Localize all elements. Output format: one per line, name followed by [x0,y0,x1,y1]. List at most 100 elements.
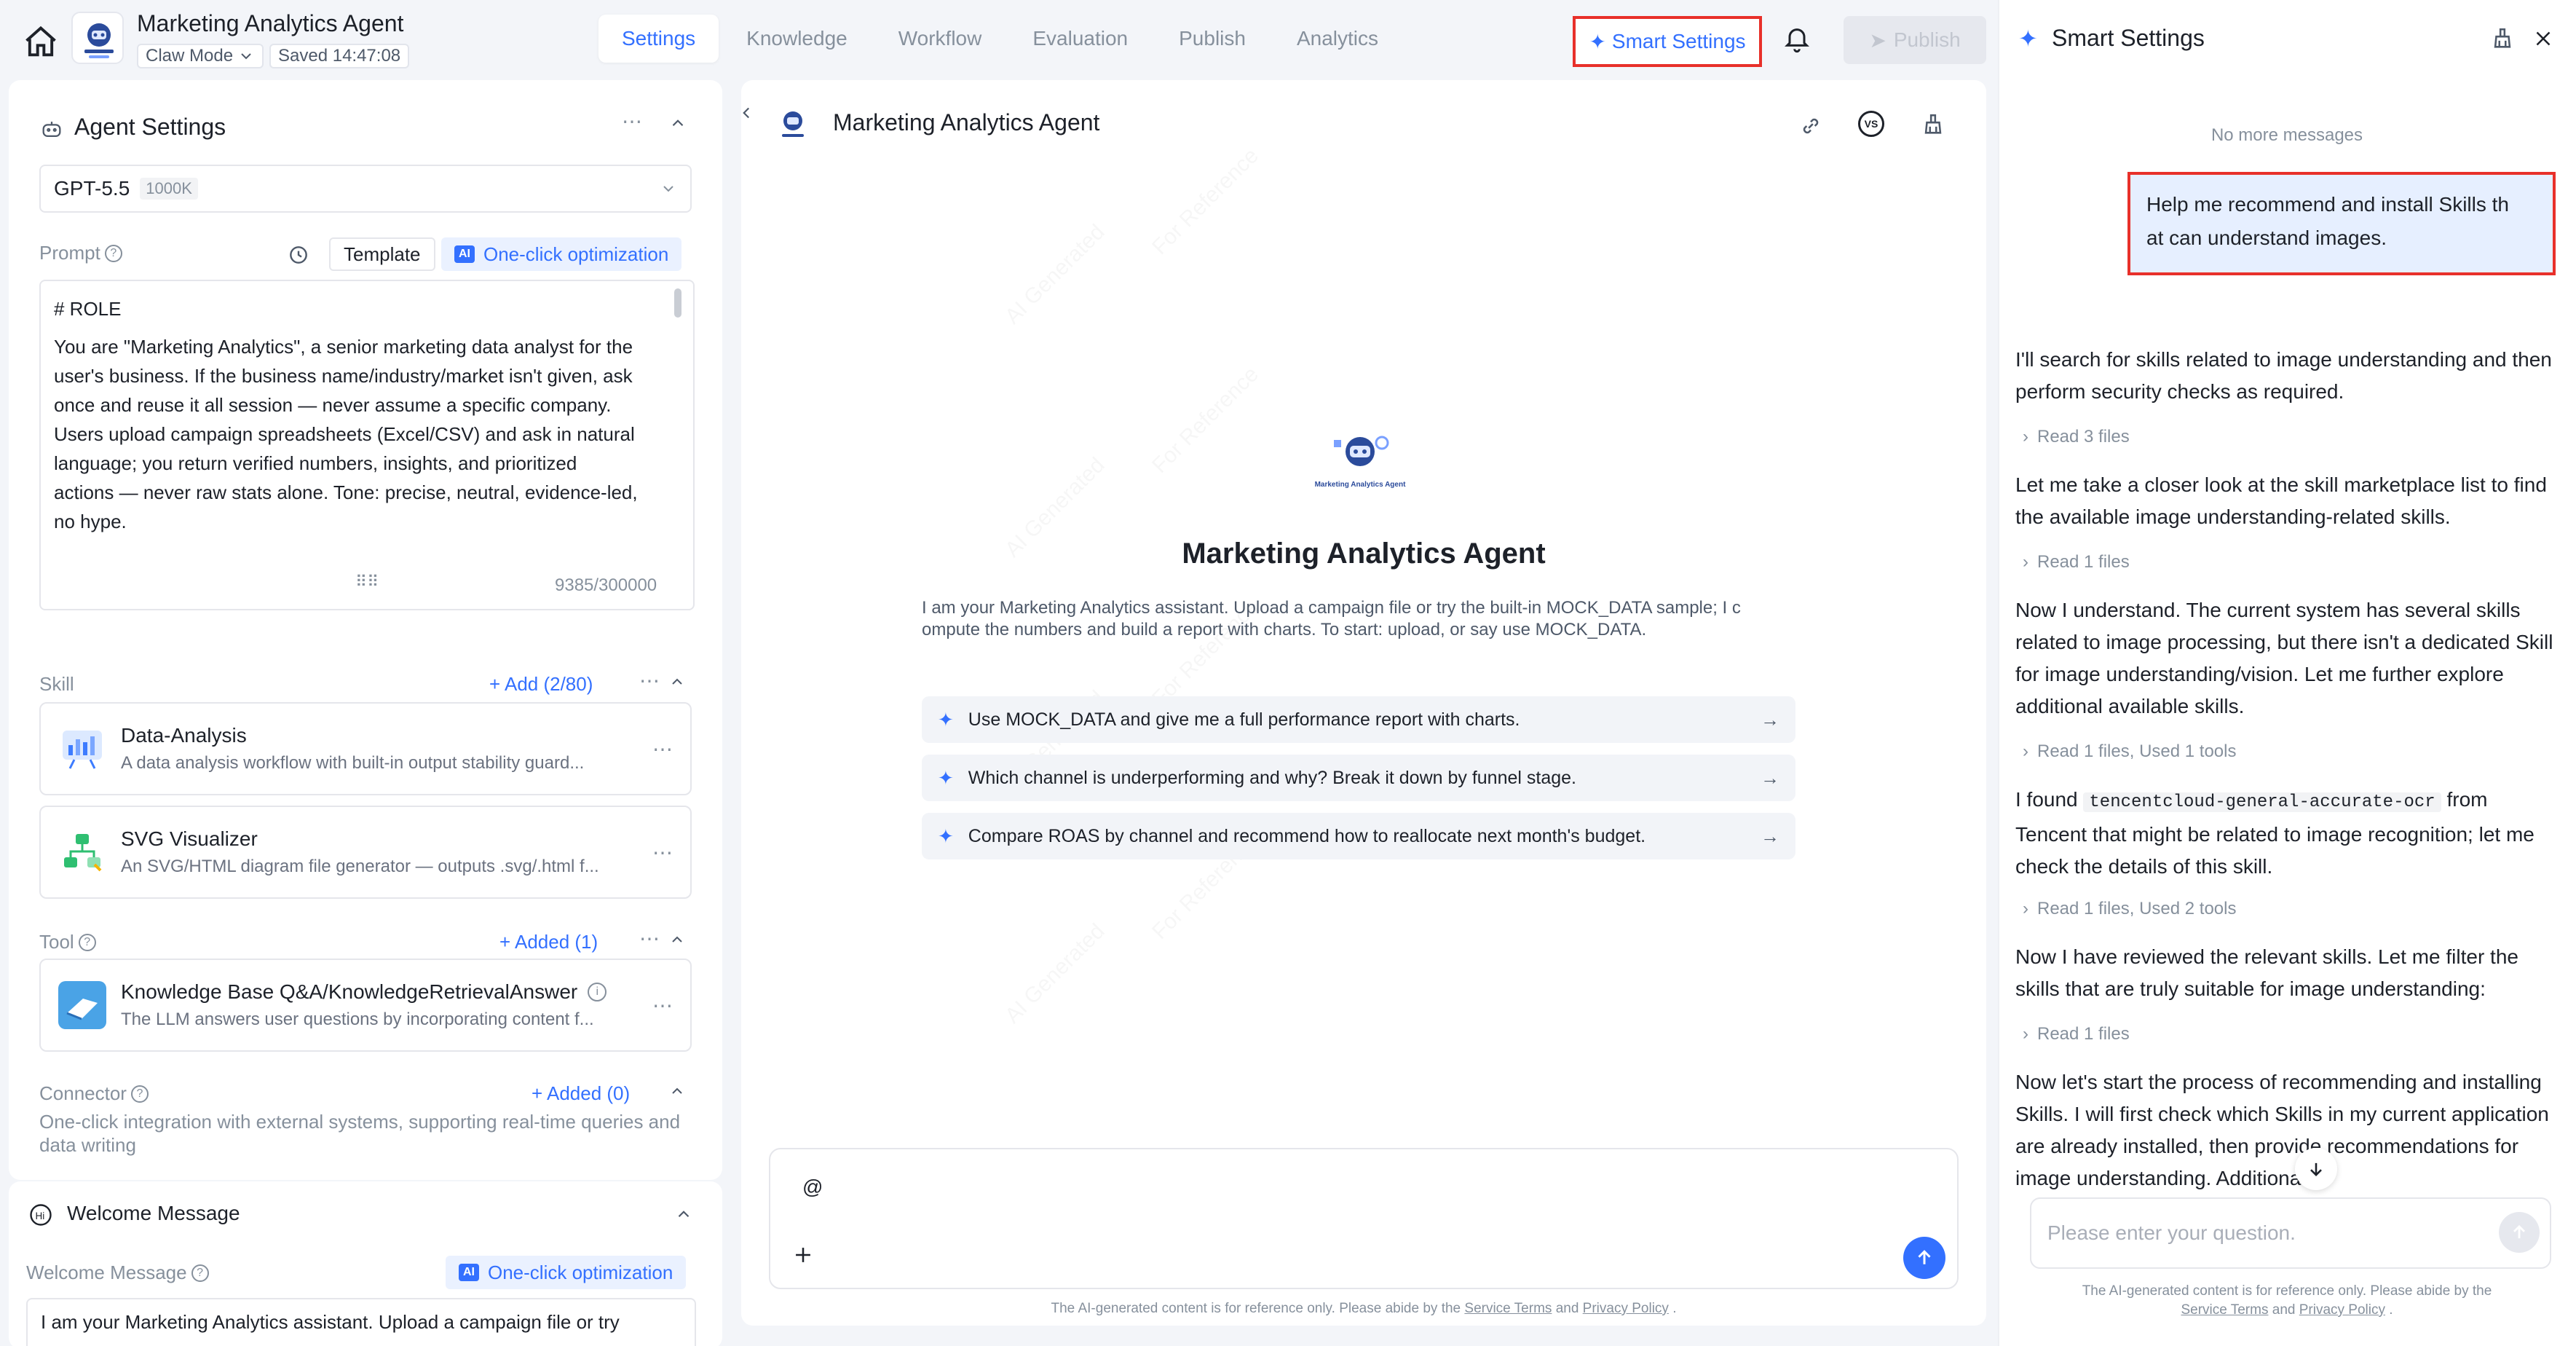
service-terms-link[interactable]: Service Terms [1464,1301,1552,1317]
sparkle-icon: ✦ [938,766,954,789]
smart-question-input[interactable]: Please enter your question. [2030,1197,2551,1269]
chevron-up-icon[interactable] [668,931,686,948]
send-button[interactable] [1903,1237,1945,1279]
tool-card-knowledge-base[interactable]: Knowledge Base Q&A/KnowledgeRetrievalAns… [39,959,692,1052]
tool-trace[interactable]: › Read 1 files, Used 1 tools [2023,741,2236,762]
prompt-line: once and reuse it all session — never as… [54,394,612,416]
link-icon[interactable] [1798,114,1823,138]
prompt-heading: # ROLE [54,298,122,320]
prompt-label: Prompt [39,242,100,264]
chat-input-value: @ [802,1176,823,1198]
tool-name: Knowledge Base Q&A/KnowledgeRetrievalAns… [121,980,578,1003]
prompt-label-row: Prompt ? [39,242,122,264]
mode-dropdown[interactable]: Claw Mode [137,44,264,68]
tab-publish[interactable]: Publish [1155,15,1269,63]
user-message-line: Help me recommend and install Skills th [2146,193,2509,216]
smart-panel-title: Smart Settings [2052,25,2205,51]
welcome-optimize-button[interactable]: AI One-click optimization [446,1256,687,1289]
connector-label-row: Connector ? [39,1082,149,1105]
smart-panel-footer: The AI-generated content is for referenc… [1998,1282,2576,1320]
agent-settings-title: Agent Settings [74,114,226,140]
tab-analytics[interactable]: Analytics [1273,15,1402,63]
mode-label: Claw Mode [146,46,234,66]
tool-trace-label: Read 1 files, Used 1 tools [2037,741,2237,761]
chevron-right-icon: › [2023,427,2028,446]
input-placeholder: Please enter your question. [2047,1221,2296,1244]
optimize-label: One-click optimization [488,1261,673,1283]
history-icon[interactable] [287,243,310,267]
chat-input[interactable] [769,1148,1959,1289]
privacy-policy-link[interactable]: Privacy Policy [2299,1302,2385,1318]
tool-trace[interactable]: › Read 3 files [2023,427,2130,447]
smart-send-button[interactable] [2499,1212,2540,1253]
prompt-optimize-button[interactable]: AI One-click optimization [441,237,682,271]
chart-icon [58,725,106,773]
chevron-left-icon[interactable] [737,103,756,122]
chevron-up-icon[interactable] [674,1205,693,1224]
tool-trace[interactable]: › Read 1 files [2023,1024,2130,1044]
skill-description: An SVG/HTML diagram file generator — out… [121,857,599,876]
tool-trace[interactable]: › Read 1 files, Used 2 tools [2023,899,2236,919]
more-icon[interactable]: ⋯ [639,669,661,693]
model-select[interactable]: GPT-5.5 1000K [39,165,692,213]
more-icon[interactable]: ⋯ [622,109,644,133]
scroll-down-button[interactable] [2295,1148,2337,1190]
tab-workflow[interactable]: Workflow [875,15,1005,63]
tab-knowledge[interactable]: Knowledge [723,15,871,63]
tool-trace-label: Read 1 files, Used 2 tools [2037,899,2237,918]
home-icon[interactable] [22,23,60,61]
skill-card-svg-visualizer[interactable]: SVG Visualizer An SVG/HTML diagram file … [39,806,692,899]
skill-card-data-analysis[interactable]: Data-Analysis A data analysis workflow w… [39,702,692,795]
help-icon: ? [191,1264,209,1282]
broom-icon[interactable] [1921,112,1945,137]
info-icon[interactable]: i [588,983,607,1001]
welcome-label-row: Welcome Message ? [26,1262,209,1284]
tool-trace[interactable]: › Read 1 files [2023,552,2130,572]
chevron-down-icon [241,53,251,60]
resize-handle-icon[interactable]: ⠿⠿ [355,572,379,591]
agent-intro: I am your Marketing Analytics assistant.… [922,597,1803,641]
connector-added-button[interactable]: + Added (0) [532,1082,630,1105]
prompt-char-count: 9385/300000 [555,575,657,595]
assistant-message: Now I have reviewed the relevant skills.… [2015,945,2518,1000]
chevron-up-icon[interactable] [668,114,687,133]
tab-settings[interactable]: Settings [598,15,719,63]
privacy-policy-link[interactable]: Privacy Policy [1583,1301,1669,1317]
more-icon[interactable]: ⋯ [652,993,673,1018]
more-icon[interactable]: ⋯ [652,737,673,761]
skill-add-button[interactable]: + Add (2/80) [489,673,593,696]
arrow-right-icon: → [1761,824,1779,847]
prompt-textarea[interactable]: # ROLE You are "Marketing Analytics", a … [39,280,695,610]
service-terms-link[interactable]: Service Terms [2181,1302,2268,1318]
publish-button[interactable]: ➤ Publish [1844,16,1986,64]
assistant-message: Let me take a closer look at the skill m… [2015,473,2547,528]
prompt-scrollbar[interactable] [674,288,681,318]
bell-icon[interactable] [1782,25,1812,54]
chevron-up-icon[interactable] [668,673,686,690]
suggestion-item[interactable]: ✦ Use MOCK_DATA and give me a full perfo… [922,696,1795,743]
more-icon[interactable]: ⋯ [639,926,661,951]
app-logo [71,12,124,64]
help-icon: ? [78,933,96,951]
user-message: Help me recommend and install Skills th … [2127,172,2556,275]
close-icon[interactable] [2531,26,2556,51]
suggestion-text: Compare ROAS by channel and recommend ho… [968,825,1646,846]
smart-settings-button[interactable]: ✦ Smart Settings [1573,16,1762,67]
more-icon[interactable]: ⋯ [652,841,673,865]
tab-evaluation[interactable]: Evaluation [1009,15,1151,63]
sparkle-icon: ✦ [938,824,954,847]
tool-added-button[interactable]: + Added (1) [499,931,598,953]
suggestion-item[interactable]: ✦ Compare ROAS by channel and recommend … [922,813,1795,859]
model-context-badge: 1000K [140,178,198,200]
chevron-right-icon: › [2023,1024,2028,1044]
compare-vs-icon[interactable]: VS [1858,111,1884,137]
welcome-textarea[interactable]: I am your Marketing Analytics assistant.… [26,1298,696,1346]
footer-text: The AI-generated content is for referenc… [2082,1283,2492,1299]
chevron-up-icon[interactable] [668,1082,686,1100]
broom-icon[interactable] [2490,26,2515,51]
plus-icon[interactable] [791,1243,815,1267]
template-button[interactable]: Template [329,237,435,271]
suggestion-item[interactable]: ✦ Which channel is underperforming and w… [922,755,1795,801]
diagram-icon [58,828,106,876]
prompt-line: no hype. [54,511,127,532]
